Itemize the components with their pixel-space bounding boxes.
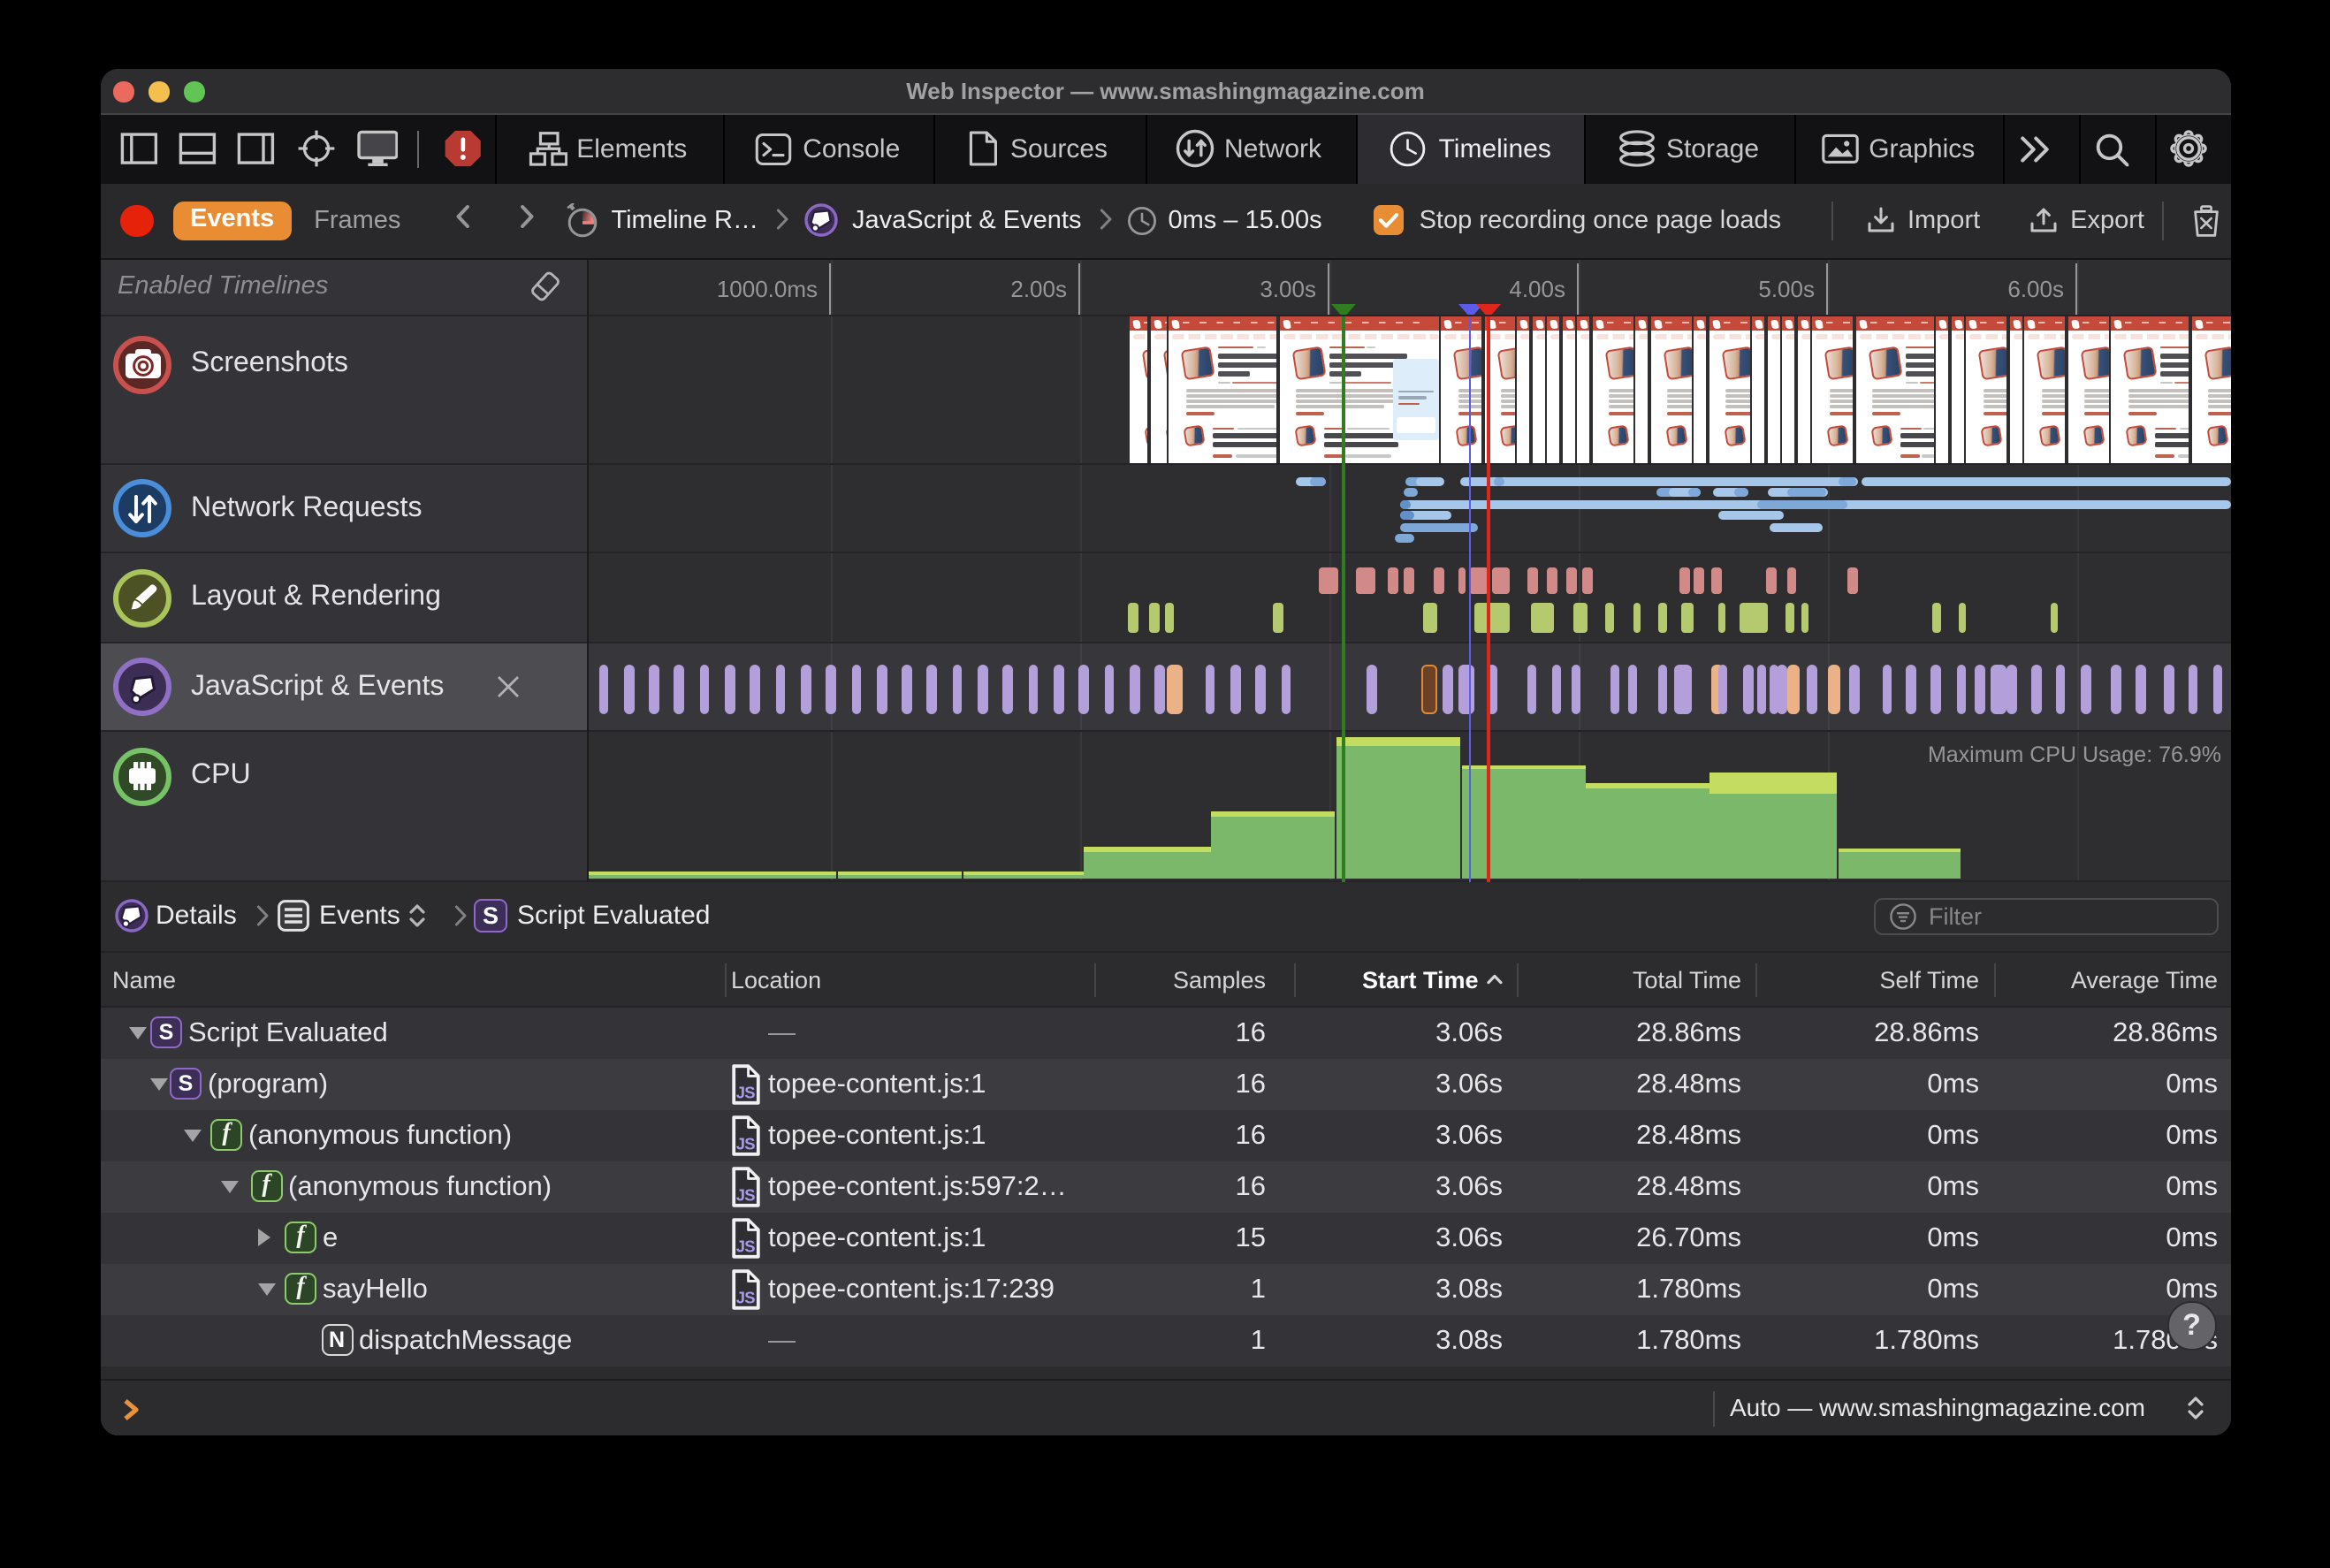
svg-text:JS: JS [735, 1082, 754, 1100]
svg-text:JS: JS [735, 1287, 754, 1305]
svg-text:JS: JS [735, 1133, 754, 1152]
svg-text:JS: JS [735, 1184, 754, 1203]
svg-text:JS: JS [735, 1236, 754, 1254]
